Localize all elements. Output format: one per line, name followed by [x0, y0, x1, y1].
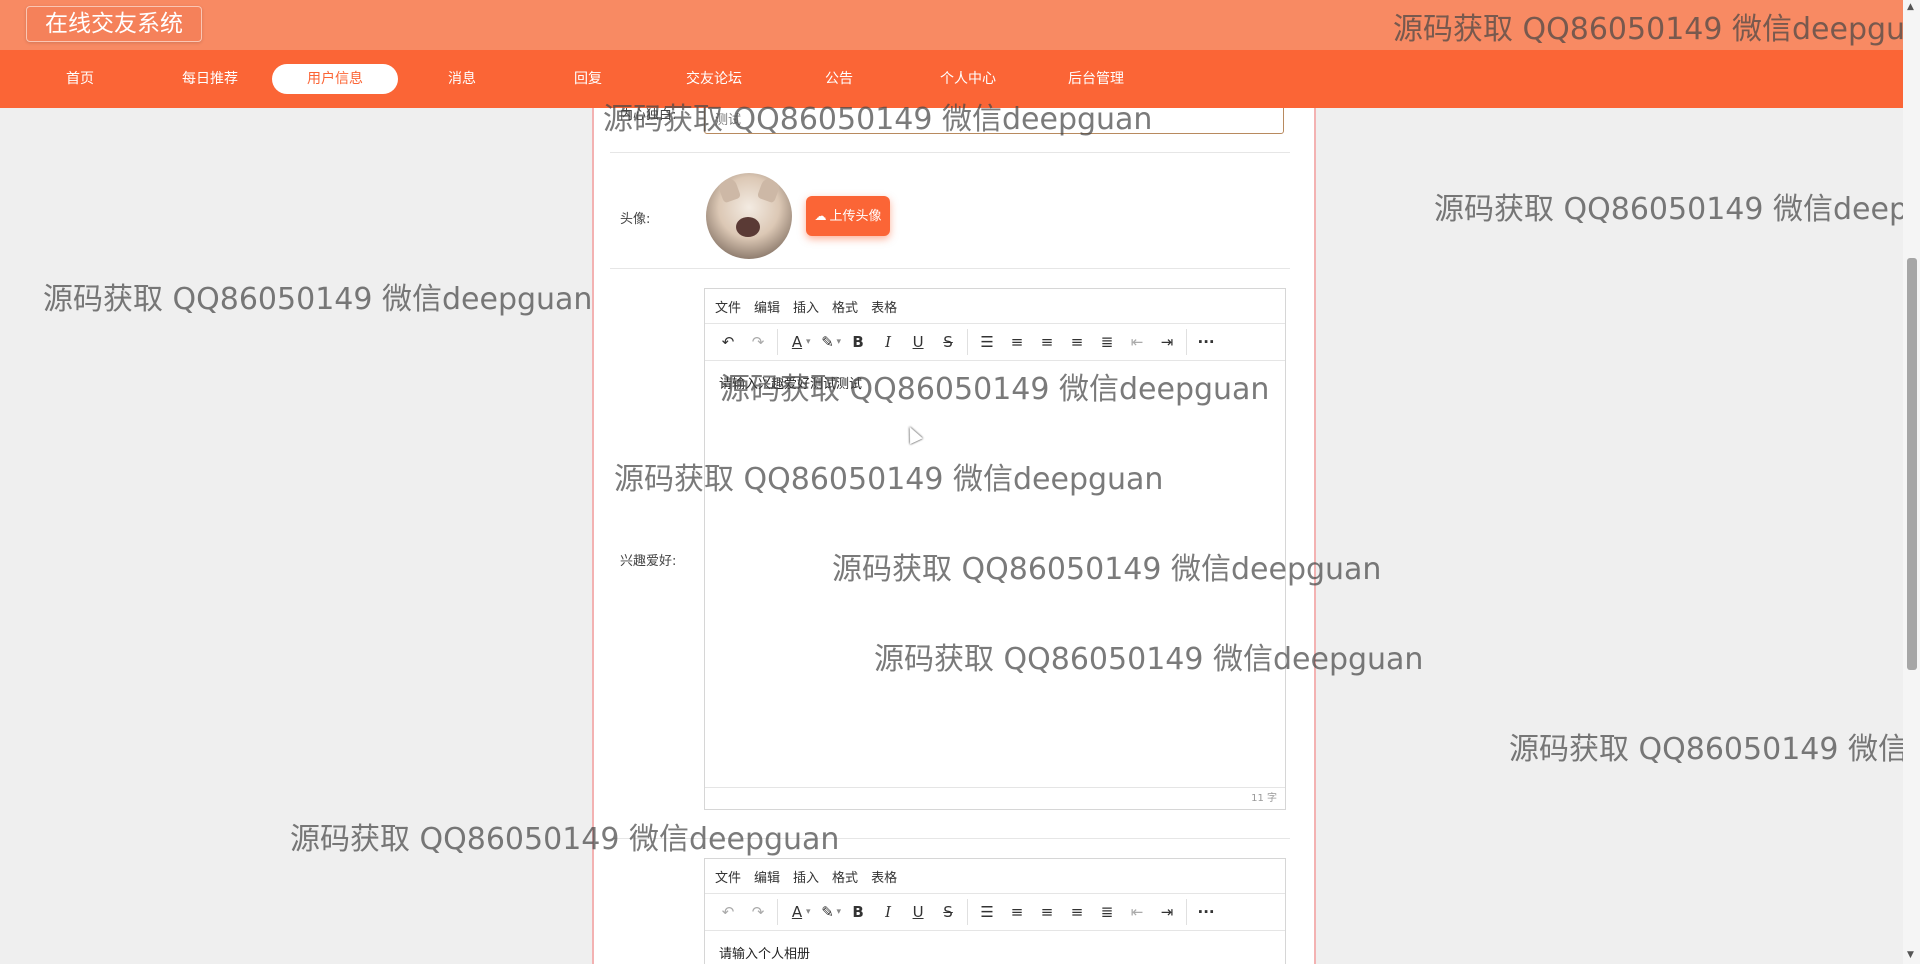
- chevron-down-icon[interactable]: ▾: [837, 907, 842, 917]
- strikethrough-icon[interactable]: S: [933, 327, 963, 357]
- redo-icon[interactable]: ↷: [743, 897, 773, 927]
- menu-edit[interactable]: 编辑: [754, 297, 780, 316]
- menu-insert[interactable]: 插入: [793, 867, 819, 886]
- menu-insert[interactable]: 插入: [793, 297, 819, 316]
- align-right-icon[interactable]: ≡: [1062, 897, 1092, 927]
- menu-table[interactable]: 表格: [871, 297, 897, 316]
- monologue-value: 测试: [715, 113, 742, 128]
- nav-item-user-info[interactable]: 用户信息: [272, 64, 398, 94]
- menu-format[interactable]: 格式: [832, 297, 858, 316]
- avatar-mouth: [736, 217, 760, 237]
- nav-item-forum[interactable]: 交友论坛: [674, 64, 754, 94]
- align-center-icon[interactable]: ≡: [1032, 327, 1062, 357]
- nav-item-replies[interactable]: 回复: [562, 64, 614, 94]
- hobbies-editor: 文件 编辑 插入 格式 表格 ↶ ↷ A ▾ ✎ ▾ B I U S ☰ ≡ ≡ ≡…: [704, 288, 1286, 810]
- watermark: 源码获取 QQ86050149 微信deepguan: [1434, 192, 1920, 227]
- separator: [1186, 329, 1188, 355]
- separator: [967, 329, 969, 355]
- align-center-icon[interactable]: ≡: [1032, 897, 1062, 927]
- scroll-thumb[interactable]: [1907, 258, 1917, 670]
- avatar-ear-left: [716, 176, 742, 204]
- menu-format[interactable]: 格式: [832, 867, 858, 886]
- separator: [967, 899, 969, 925]
- outdent-icon[interactable]: ⇤: [1122, 897, 1152, 927]
- undo-icon[interactable]: ↶: [713, 897, 743, 927]
- upload-avatar-button[interactable]: ☁ 上传头像: [806, 196, 890, 236]
- app-title[interactable]: 在线交友系统: [26, 6, 202, 42]
- chevron-down-icon[interactable]: ▾: [806, 337, 811, 347]
- hobbies-editor-body[interactable]: 请输入兴趣爱好测试测试: [705, 361, 1285, 404]
- align-left-icon[interactable]: ≡: [1002, 897, 1032, 927]
- editor-menubar: 文件 编辑 插入 格式 表格: [705, 289, 1285, 324]
- cloud-upload-icon: ☁: [814, 209, 827, 223]
- editor-toolbar: ↶ ↷ A ▾ ✎ ▾ B I U S ☰ ≡ ≡ ≡ ≣ ⇤ ⇥ ···: [705, 894, 1285, 931]
- more-icon[interactable]: ···: [1191, 897, 1221, 927]
- avatar: [706, 173, 792, 259]
- nav-item-notice[interactable]: 公告: [813, 64, 865, 94]
- undo-icon[interactable]: ↶: [713, 327, 743, 357]
- menu-file[interactable]: 文件: [715, 867, 741, 886]
- watermark: 源码获取 QQ86050149 微信deepguan: [43, 282, 593, 317]
- top-header: 在线交友系统: [0, 0, 1920, 50]
- nav-item-home[interactable]: 首页: [54, 64, 106, 94]
- divider: [610, 838, 1290, 839]
- chevron-down-icon[interactable]: ▾: [806, 907, 811, 917]
- separator: [1186, 899, 1188, 925]
- divider: [610, 152, 1290, 153]
- divider: [610, 268, 1290, 269]
- watermark: 源码获取 QQ86050149 微信deepguan: [1509, 732, 1920, 767]
- align-left-icon[interactable]: ≡: [1002, 327, 1032, 357]
- editor-toolbar: ↶ ↷ A ▾ ✎ ▾ B I U S ☰ ≡ ≡ ≡ ≣ ⇤ ⇥ ···: [705, 324, 1285, 361]
- bold-icon[interactable]: B: [843, 327, 873, 357]
- italic-icon[interactable]: I: [873, 327, 903, 357]
- menu-table[interactable]: 表格: [871, 867, 897, 886]
- menu-file[interactable]: 文件: [715, 297, 741, 316]
- nav-item-messages[interactable]: 消息: [436, 64, 488, 94]
- page-scrollbar[interactable]: ▲ ▼: [1903, 0, 1920, 964]
- avatar-label: 头像:: [620, 212, 651, 227]
- monologue-row: 内心独白: 测试: [594, 108, 1314, 142]
- list-icon[interactable]: ☰: [972, 327, 1002, 357]
- album-content: 请输入个人相册: [719, 947, 811, 962]
- monologue-label: 内心独白:: [620, 108, 677, 123]
- separator: [777, 899, 778, 925]
- nav-item-daily-recommend[interactable]: 每日推荐: [170, 64, 250, 94]
- align-right-icon[interactable]: ≡: [1062, 327, 1092, 357]
- upload-avatar-label: 上传头像: [829, 209, 882, 224]
- hobbies-content: 请输入兴趣爱好测试测试: [719, 377, 863, 392]
- nav-item-profile-center[interactable]: 个人中心: [928, 64, 1008, 94]
- align-justify-icon[interactable]: ≣: [1092, 897, 1122, 927]
- scroll-down-icon[interactable]: ▼: [1907, 950, 1914, 960]
- word-count: 11 字: [705, 787, 1285, 809]
- main-nav: 首页 每日推荐 用户信息 消息 回复 交友论坛 公告 个人中心 后台管理: [0, 50, 1920, 108]
- separator: [777, 329, 778, 355]
- italic-icon[interactable]: I: [873, 897, 903, 927]
- indent-icon[interactable]: ⇥: [1152, 327, 1182, 357]
- avatar-ear-right: [756, 176, 782, 204]
- redo-icon[interactable]: ↷: [743, 327, 773, 357]
- outdent-icon[interactable]: ⇤: [1122, 327, 1152, 357]
- bold-icon[interactable]: B: [843, 897, 873, 927]
- user-info-panel: 内心独白: 测试 头像: ☁ 上传头像 兴趣爱好: 文件 编辑 插入 格式 表格 …: [592, 108, 1316, 964]
- scroll-up-icon[interactable]: ▲: [1907, 2, 1914, 12]
- align-justify-icon[interactable]: ≣: [1092, 327, 1122, 357]
- monologue-input[interactable]: 测试: [704, 108, 1284, 134]
- album-editor: 文件 编辑 插入 格式 表格 ↶ ↷ A ▾ ✎ ▾ B I U S ☰ ≡ ≡ ≡…: [704, 858, 1286, 964]
- indent-icon[interactable]: ⇥: [1152, 897, 1182, 927]
- hobbies-label: 兴趣爱好:: [620, 554, 677, 569]
- underline-icon[interactable]: U: [903, 327, 933, 357]
- underline-icon[interactable]: U: [903, 897, 933, 927]
- editor-menubar: 文件 编辑 插入 格式 表格: [705, 859, 1285, 894]
- chevron-down-icon[interactable]: ▾: [837, 337, 842, 347]
- list-icon[interactable]: ☰: [972, 897, 1002, 927]
- strikethrough-icon[interactable]: S: [933, 897, 963, 927]
- menu-edit[interactable]: 编辑: [754, 867, 780, 886]
- nav-item-admin[interactable]: 后台管理: [1056, 64, 1136, 94]
- album-editor-body[interactable]: 请输入个人相册: [705, 931, 1285, 964]
- more-icon[interactable]: ···: [1191, 327, 1221, 357]
